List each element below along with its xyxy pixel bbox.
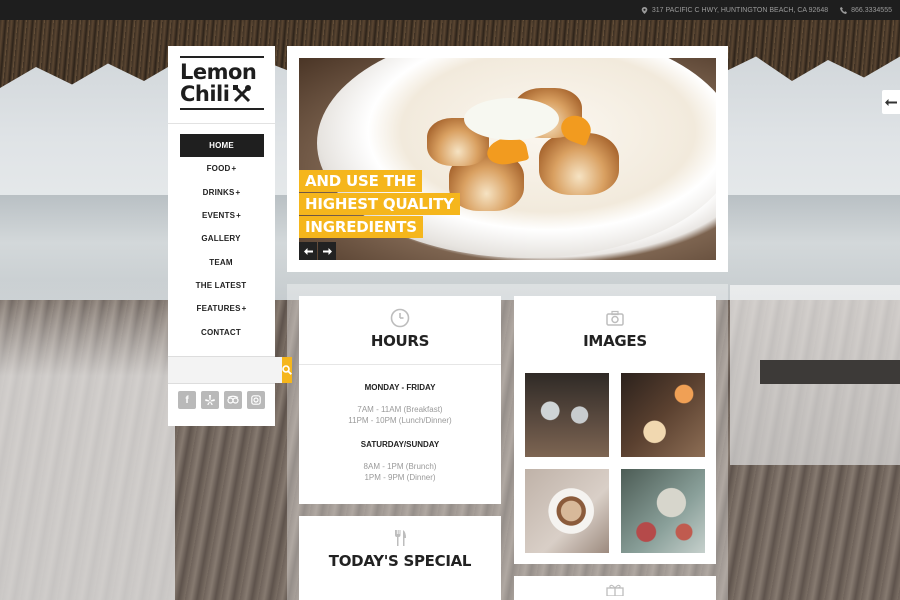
hours-weekday-time-2: 11PM - 10PM (Lunch/Dinner) — [348, 416, 452, 425]
arrow-left-icon — [885, 98, 897, 106]
yelp-icon[interactable] — [201, 391, 219, 409]
hours-weekend-label: SATURDAY/SUNDAY — [360, 440, 440, 449]
hero-slider: AND USE THE HIGHEST QUALITY INGREDIENTS — [287, 46, 728, 272]
hours-weekday-time-1: 7AM - 11AM (Breakfast) — [357, 405, 443, 414]
nav-item-home[interactable]: HOME — [180, 134, 264, 158]
nav-item-drinks[interactable]: DRINKS + — [168, 181, 275, 204]
hours-card: HOURS MONDAY - FRIDAY 7AM - 11AM (Breakf… — [299, 296, 501, 504]
background-cushion-right — [760, 360, 900, 384]
nav-item-gallery[interactable]: GALLERY — [168, 227, 275, 250]
clock-icon — [390, 308, 410, 328]
top-info-bar: 317 PACIFIC C HWY, HUNTINGTON BEACH, CA … — [0, 0, 900, 20]
images-card: IMAGES — [514, 296, 716, 564]
logo-rule-top — [180, 56, 264, 58]
main-nav: HOME FOOD + DRINKS + EVENTS + GALLERY TEAM … — [168, 124, 275, 344]
images-title: IMAGES — [583, 332, 647, 350]
arrow-right-icon — [322, 247, 332, 255]
gallery-thumb-coffee[interactable] — [525, 469, 609, 553]
search-button[interactable] — [282, 357, 292, 383]
search-icon — [282, 365, 292, 375]
search-bar — [168, 356, 292, 384]
nav-item-contact[interactable]: CONTACT — [168, 320, 275, 343]
phone-item[interactable]: 866.3334555 — [840, 6, 892, 14]
gift-icon — [606, 584, 624, 597]
nav-item-events[interactable]: EVENTS + — [168, 204, 275, 227]
facebook-icon[interactable]: f — [178, 391, 196, 409]
slide-scallops: AND USE THE HIGHEST QUALITY INGREDIENTS — [299, 58, 716, 260]
crossed-utensils-icon — [233, 85, 252, 103]
nav-item-team[interactable]: TEAM — [168, 250, 275, 273]
slider-next-button[interactable] — [318, 242, 336, 260]
nav-item-the-latest[interactable]: THE LATEST — [168, 274, 275, 297]
fork-knife-icon — [395, 530, 406, 546]
special-card: TODAY'S SPECIAL — [299, 516, 501, 600]
slide-headline-line2: HIGHEST QUALITY — [299, 193, 460, 215]
hours-divider — [299, 364, 501, 365]
social-links: f — [168, 391, 275, 409]
nav-item-food[interactable]: FOOD + — [168, 157, 275, 180]
slide-headline-line3: INGREDIENTS — [299, 216, 423, 238]
map-pin-icon — [641, 6, 648, 14]
hours-weekend-time-1: 8AM - 1PM (Brunch) — [363, 462, 437, 471]
phone-text: 866.3334555 — [851, 6, 892, 14]
gallery-thumb-bar[interactable] — [621, 373, 705, 457]
panel-toggle-button[interactable] — [882, 90, 900, 114]
nav-item-features[interactable]: FEATURES + — [168, 297, 275, 320]
background-table-left — [0, 280, 175, 600]
search-input[interactable] — [168, 357, 282, 383]
logo[interactable]: Lemon Chili — [168, 46, 275, 124]
camera-icon — [606, 310, 624, 326]
slide-headline: AND USE THE HIGHEST QUALITY INGREDIENTS — [299, 170, 460, 239]
logo-text-line1: Lemon — [180, 60, 257, 84]
logo-text-line2: Chili — [180, 82, 230, 106]
image-gallery-grid — [525, 373, 706, 553]
logo-text-line2-wrap: Chili — [180, 83, 263, 105]
tripadvisor-icon[interactable] — [224, 391, 242, 409]
address-text: 317 PACIFIC C HWY, HUNTINGTON BEACH, CA … — [651, 6, 829, 14]
logo-rule-bottom — [180, 108, 264, 110]
address-item[interactable]: 317 PACIFIC C HWY, HUNTINGTON BEACH, CA … — [641, 6, 829, 14]
phone-icon — [840, 6, 848, 14]
gallery-thumb-spice-jars[interactable] — [525, 373, 609, 457]
arrow-left-icon — [303, 247, 313, 255]
more-card — [514, 576, 716, 600]
special-title: TODAY'S SPECIAL — [328, 552, 472, 570]
gallery-thumb-cheese-platter[interactable] — [621, 469, 705, 553]
hours-weekday-label: MONDAY - FRIDAY — [364, 383, 436, 392]
hours-title: HOURS — [370, 332, 430, 350]
hours-weekend-time-2: 1PM - 9PM (Dinner) — [364, 473, 436, 482]
slider-arrows — [299, 242, 336, 260]
slide-headline-line1: AND USE THE — [299, 170, 423, 192]
instagram-icon[interactable] — [247, 391, 265, 409]
slide-cream — [464, 98, 559, 140]
slider-prev-button[interactable] — [299, 242, 317, 260]
sidebar: Lemon Chili HOME FOOD + DRINKS + EVENTS + G… — [168, 46, 292, 426]
content-area: HOURS MONDAY - FRIDAY 7AM - 11AM (Breakf… — [287, 284, 728, 600]
